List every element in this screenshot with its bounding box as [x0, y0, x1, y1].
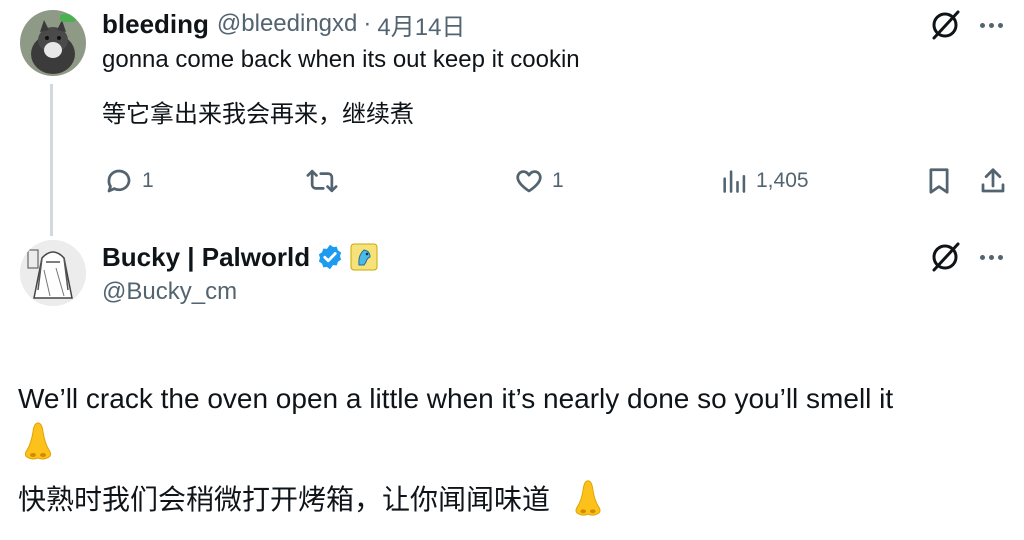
- tweet2-text-zh: 快熟时我们会稍微打开烤箱，让你闻闻味道: [18, 484, 551, 515]
- tweet1-header: bleeding @bleedingxd · 4月14日: [102, 7, 465, 42]
- avatar-bucky[interactable]: [20, 240, 86, 306]
- reply-count: 1: [142, 169, 154, 192]
- nose-emoji-icon: [570, 478, 606, 518]
- tweet1-more-button[interactable]: [980, 20, 1006, 30]
- tweet2-display-name[interactable]: Bucky | Palworld: [102, 242, 310, 273]
- grok-slash-circle-icon: [932, 242, 960, 272]
- share-upload-icon: [981, 168, 1005, 193]
- tweet1-text-en: gonna come back when its out keep it coo…: [102, 46, 580, 73]
- tweet2-header: Bucky | Palworld: [102, 240, 378, 274]
- avatar-bleeding[interactable]: [20, 10, 86, 76]
- like-count: 1: [552, 169, 564, 192]
- more-dots-icon: [980, 22, 985, 28]
- views-button[interactable]: 1,405: [720, 166, 809, 196]
- speech-bubble-icon: [107, 169, 131, 193]
- tweet2-text-zh-line: 快熟时我们会稍微打开烤箱，让你闻闻味道: [18, 480, 606, 516]
- reply-button[interactable]: 1: [104, 166, 154, 196]
- more-dots-icon: [980, 254, 985, 260]
- retweet-icon: [306, 169, 338, 193]
- nose-emoji-icon: [20, 420, 56, 462]
- tweet1-display-name[interactable]: bleeding: [102, 9, 209, 40]
- retweet-button[interactable]: [306, 166, 338, 196]
- tweet1-handle[interactable]: @bleedingxd: [217, 10, 357, 38]
- like-button[interactable]: 1: [514, 166, 564, 196]
- share-button[interactable]: [978, 166, 1008, 201]
- tweet2-handle[interactable]: @Bucky_cm: [102, 278, 237, 306]
- tweet1-text-zh: 等它拿出来我会再来，继续煮: [102, 101, 414, 128]
- tweet2-more-button[interactable]: [980, 252, 1006, 262]
- tweet1-grok-button[interactable]: [928, 8, 962, 42]
- bar-chart-icon: [723, 170, 746, 193]
- tweet1-separator: ·: [363, 10, 372, 37]
- verified-badge-icon: [319, 244, 342, 270]
- tweet2-grok-button[interactable]: [928, 240, 962, 274]
- tweet1-date[interactable]: 4月14日: [377, 7, 465, 42]
- thread-connector-line: [50, 84, 53, 236]
- palworld-affiliate-badge-icon[interactable]: [350, 243, 378, 271]
- tweet2-text-en: We’ll crack the oven open a little when …: [18, 383, 894, 414]
- heart-icon: [516, 170, 542, 193]
- bookmark-icon: [929, 168, 949, 194]
- views-count: 1,405: [756, 169, 809, 192]
- grok-slash-circle-icon: [932, 10, 960, 40]
- bookmark-button[interactable]: [924, 166, 954, 201]
